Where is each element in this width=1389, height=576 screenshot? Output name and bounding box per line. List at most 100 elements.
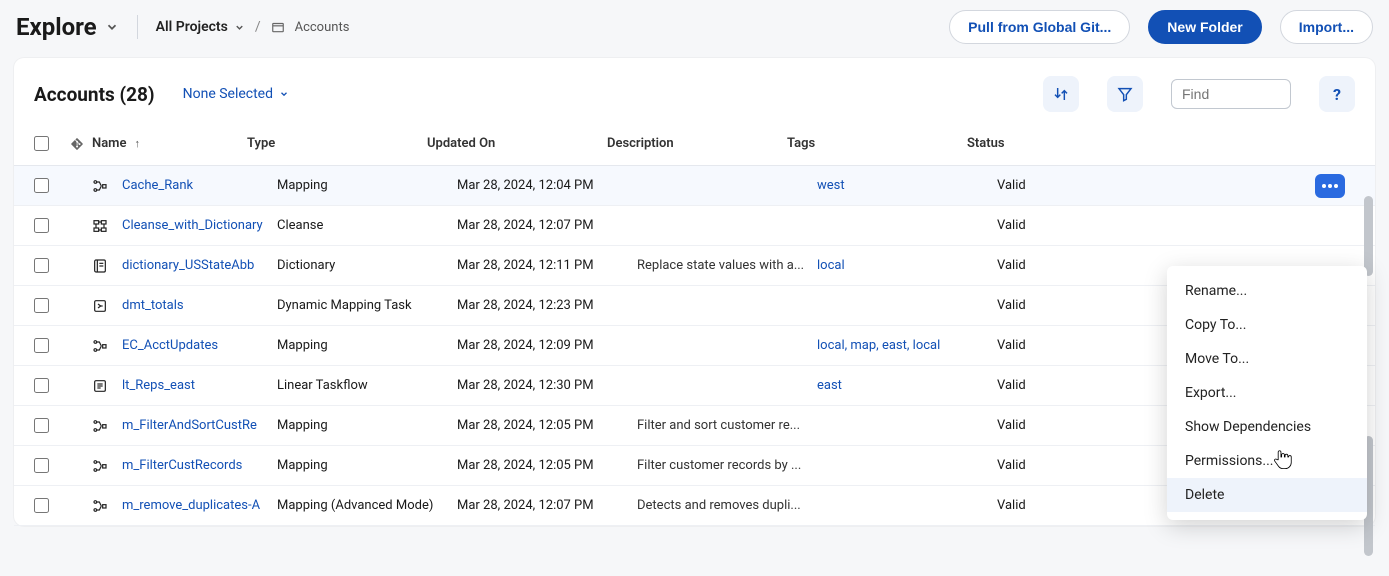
status: Valid <box>997 378 1137 393</box>
sort-button[interactable] <box>1043 76 1079 112</box>
asset-name-link[interactable]: m_FilterCustRecords <box>122 458 277 473</box>
asset-type-icon <box>92 378 122 394</box>
row-checkbox[interactable] <box>34 498 49 513</box>
description: Replace state values with a... <box>637 258 817 273</box>
filter-button[interactable] <box>1107 76 1143 112</box>
status: Valid <box>997 338 1137 353</box>
status: Valid <box>997 258 1137 273</box>
panel-title: Accounts (28) <box>34 83 155 106</box>
status: Valid <box>997 178 1137 193</box>
asset-name-link[interactable]: m_remove_duplicates-A <box>122 498 277 513</box>
status: Valid <box>997 498 1137 513</box>
asset-type: Mapping <box>277 338 457 353</box>
updated-on: Mar 28, 2024, 12:09 PM <box>457 338 637 353</box>
updated-on: Mar 28, 2024, 12:07 PM <box>457 218 637 233</box>
asset-type: Mapping (Advanced Mode) <box>277 498 457 513</box>
description: Filter customer records by ... <box>637 458 817 473</box>
col-type[interactable]: Type <box>247 136 427 151</box>
asset-name-link[interactable]: dmt_totals <box>122 298 277 313</box>
row-checkbox[interactable] <box>34 378 49 393</box>
row-checkbox[interactable] <box>34 338 49 353</box>
menu-show-dependencies[interactable]: Show Dependencies <box>1167 410 1367 444</box>
status: Valid <box>997 418 1137 433</box>
menu-export[interactable]: Export... <box>1167 376 1367 410</box>
description: Detects and removes dupli... <box>637 498 817 513</box>
scrollbar-thumb[interactable] <box>1364 196 1373 276</box>
help-button[interactable]: ? <box>1319 76 1355 112</box>
asset-type-icon <box>92 218 122 234</box>
new-folder-button[interactable]: New Folder <box>1148 10 1261 44</box>
main-panel: Accounts (28) None Selected ? Name↑ Type… <box>14 58 1375 526</box>
col-updated[interactable]: Updated On <box>427 136 607 151</box>
tags-link[interactable]: east <box>817 378 997 393</box>
asset-type: Mapping <box>277 178 457 193</box>
tags-link[interactable]: local <box>817 258 997 273</box>
description: Filter and sort customer re... <box>637 418 817 433</box>
row-checkbox[interactable] <box>34 258 49 273</box>
menu-rename[interactable]: Rename... <box>1167 274 1367 308</box>
none-selected-label: None Selected <box>183 86 273 102</box>
asset-name-link[interactable]: Cache_Rank <box>122 178 277 193</box>
table-header-row: Name↑ Type Updated On Description Tags S… <box>14 122 1375 166</box>
pull-from-git-button[interactable]: Pull from Global Git... <box>949 10 1130 44</box>
col-name[interactable]: Name↑ <box>92 136 247 151</box>
divider <box>137 15 138 39</box>
explore-heading[interactable]: Explore <box>16 13 119 41</box>
updated-on: Mar 28, 2024, 12:05 PM <box>457 458 637 473</box>
row-checkbox[interactable] <box>34 298 49 313</box>
asset-type-icon <box>92 338 122 354</box>
asset-name-link[interactable]: m_FilterAndSortCustRe <box>122 418 277 433</box>
updated-on: Mar 28, 2024, 12:30 PM <box>457 378 637 393</box>
row-checkbox[interactable] <box>34 218 49 233</box>
updated-on: Mar 28, 2024, 12:07 PM <box>457 498 637 513</box>
row-actions-menu-button[interactable] <box>1315 174 1345 198</box>
row-checkbox[interactable] <box>34 458 49 473</box>
breadcrumb: All Projects / Accounts <box>156 19 350 35</box>
table-row[interactable]: Cleanse_with_Dictionary Cleanse Mar 28, … <box>14 206 1375 246</box>
table-row[interactable]: Cache_Rank Mapping Mar 28, 2024, 12:04 P… <box>14 166 1375 206</box>
chevron-down-icon <box>279 89 289 99</box>
filter-icon <box>1117 86 1133 102</box>
asset-type-icon <box>92 258 122 274</box>
find-input[interactable] <box>1171 79 1291 109</box>
updated-on: Mar 28, 2024, 12:23 PM <box>457 298 637 313</box>
asset-name-link[interactable]: Cleanse_with_Dictionary <box>122 218 277 233</box>
tags-link[interactable]: west <box>817 178 997 193</box>
asset-type: Mapping <box>277 458 457 473</box>
asset-type-icon <box>92 418 122 434</box>
asset-type-icon <box>92 458 122 474</box>
col-description[interactable]: Description <box>607 136 787 151</box>
asset-type: Dynamic Mapping Task <box>277 298 457 313</box>
none-selected-dropdown[interactable]: None Selected <box>183 86 289 102</box>
asset-name-link[interactable]: EC_AcctUpdates <box>122 338 277 353</box>
status: Valid <box>997 218 1137 233</box>
breadcrumb-projects[interactable]: All Projects <box>156 19 245 35</box>
row-checkbox[interactable] <box>34 418 49 433</box>
status: Valid <box>997 298 1137 313</box>
menu-copy-to[interactable]: Copy To... <box>1167 308 1367 342</box>
breadcrumb-separator: / <box>255 19 261 35</box>
asset-type: Mapping <box>277 418 457 433</box>
asset-name-link[interactable]: lt_Reps_east <box>122 378 277 393</box>
asset-type: Cleanse <box>277 218 457 233</box>
menu-permissions[interactable]: Permissions... <box>1167 444 1367 478</box>
asset-name-link[interactable]: dictionary_USStateAbb <box>122 258 277 273</box>
select-all-checkbox[interactable] <box>34 136 49 151</box>
tags-link[interactable]: local, map, east, local <box>817 338 997 353</box>
row-checkbox[interactable] <box>34 178 49 193</box>
chevron-down-icon <box>234 22 245 33</box>
explore-label: Explore <box>16 13 97 41</box>
col-status[interactable]: Status <box>967 136 1107 151</box>
updated-on: Mar 28, 2024, 12:05 PM <box>457 418 637 433</box>
asset-type: Dictionary <box>277 258 457 273</box>
projects-label: All Projects <box>156 19 228 35</box>
menu-move-to[interactable]: Move To... <box>1167 342 1367 376</box>
chevron-down-icon <box>105 20 119 34</box>
import-button[interactable]: Import... <box>1280 10 1373 44</box>
git-column-icon <box>70 137 92 151</box>
sort-icon <box>1053 86 1069 102</box>
col-tags[interactable]: Tags <box>787 136 967 151</box>
asset-type-icon <box>92 178 122 194</box>
menu-delete[interactable]: Delete <box>1167 478 1367 512</box>
asset-type: Linear Taskflow <box>277 378 457 393</box>
